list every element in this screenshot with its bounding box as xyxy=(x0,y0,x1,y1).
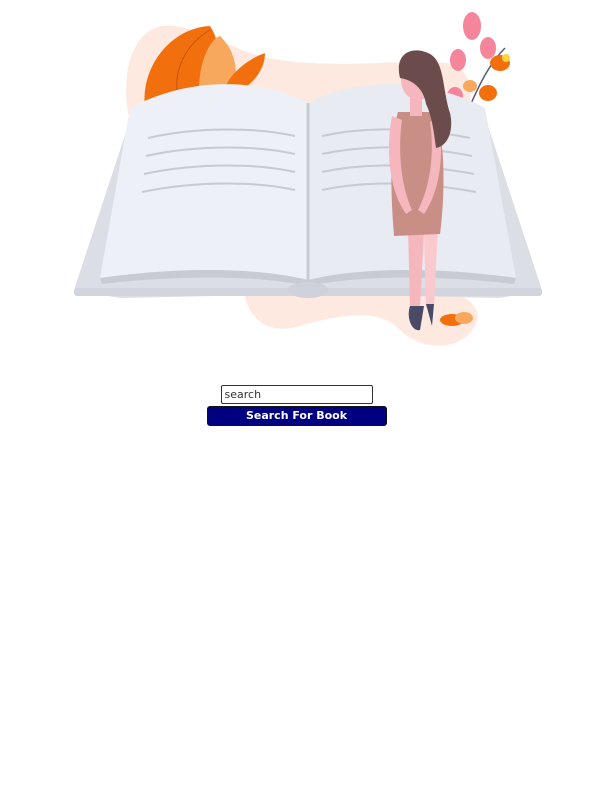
page: Search For Book xyxy=(0,0,593,801)
search-for-book-button[interactable]: Search For Book xyxy=(206,406,387,426)
woman-neck xyxy=(410,98,422,116)
yellow-dot xyxy=(502,54,510,62)
pink-petal xyxy=(480,37,496,59)
book-left-page xyxy=(100,84,308,280)
pink-petal xyxy=(463,12,481,40)
orange-petal xyxy=(479,85,497,101)
search-form: Search For Book xyxy=(0,385,593,426)
book-reading-illustration xyxy=(74,12,542,346)
orange-bush xyxy=(455,312,473,324)
search-input[interactable] xyxy=(220,385,373,404)
orange-petal xyxy=(463,80,477,92)
pink-petal xyxy=(450,49,466,71)
book-spine-base xyxy=(288,282,328,298)
